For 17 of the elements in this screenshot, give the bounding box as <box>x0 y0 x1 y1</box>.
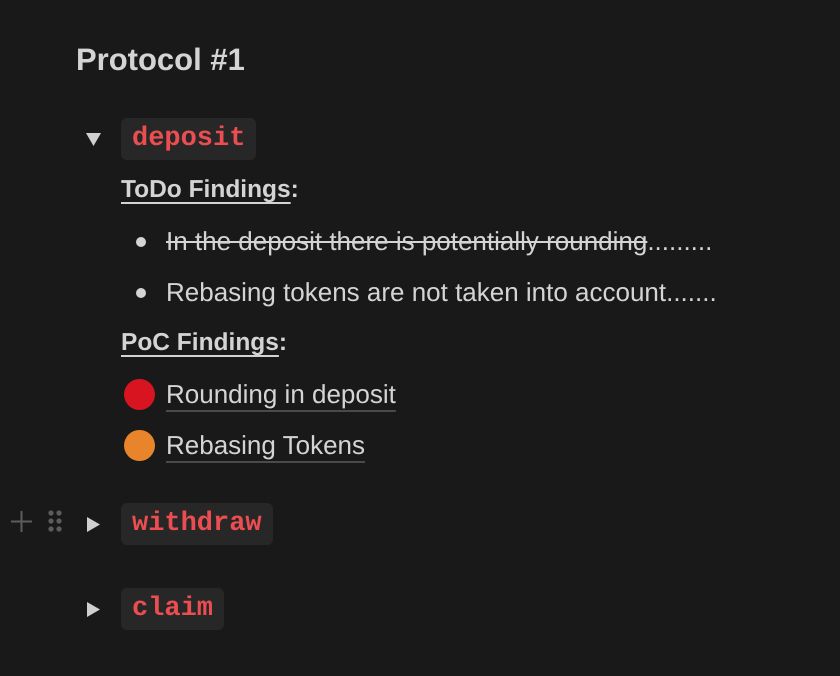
drag-handle-icon[interactable] <box>48 510 62 532</box>
plus-icon[interactable] <box>11 510 32 532</box>
code-heading: claim <box>121 588 224 630</box>
bullet-icon <box>136 288 146 298</box>
code-heading: deposit <box>121 118 256 160</box>
section-heading: ToDo Findings: <box>121 175 299 206</box>
code-heading: withdraw <box>121 503 273 545</box>
page-link[interactable]: Rounding in deposit <box>166 375 396 414</box>
toggle-triangle-icon[interactable] <box>86 132 101 146</box>
bullet-icon <box>136 236 146 246</box>
section-heading: PoC Findings: <box>121 328 288 358</box>
bullet-text: Rebasing tokens are not taken into account....... <box>166 276 717 309</box>
toggle-triangle-icon[interactable] <box>87 602 100 616</box>
bullet-text: In the deposit there is potentially rounding......... <box>166 225 712 258</box>
page-link[interactable]: Rebasing Tokens <box>166 426 365 465</box>
page-title: Protocol #1 <box>75 41 246 79</box>
toggle-triangle-icon[interactable] <box>87 516 100 532</box>
